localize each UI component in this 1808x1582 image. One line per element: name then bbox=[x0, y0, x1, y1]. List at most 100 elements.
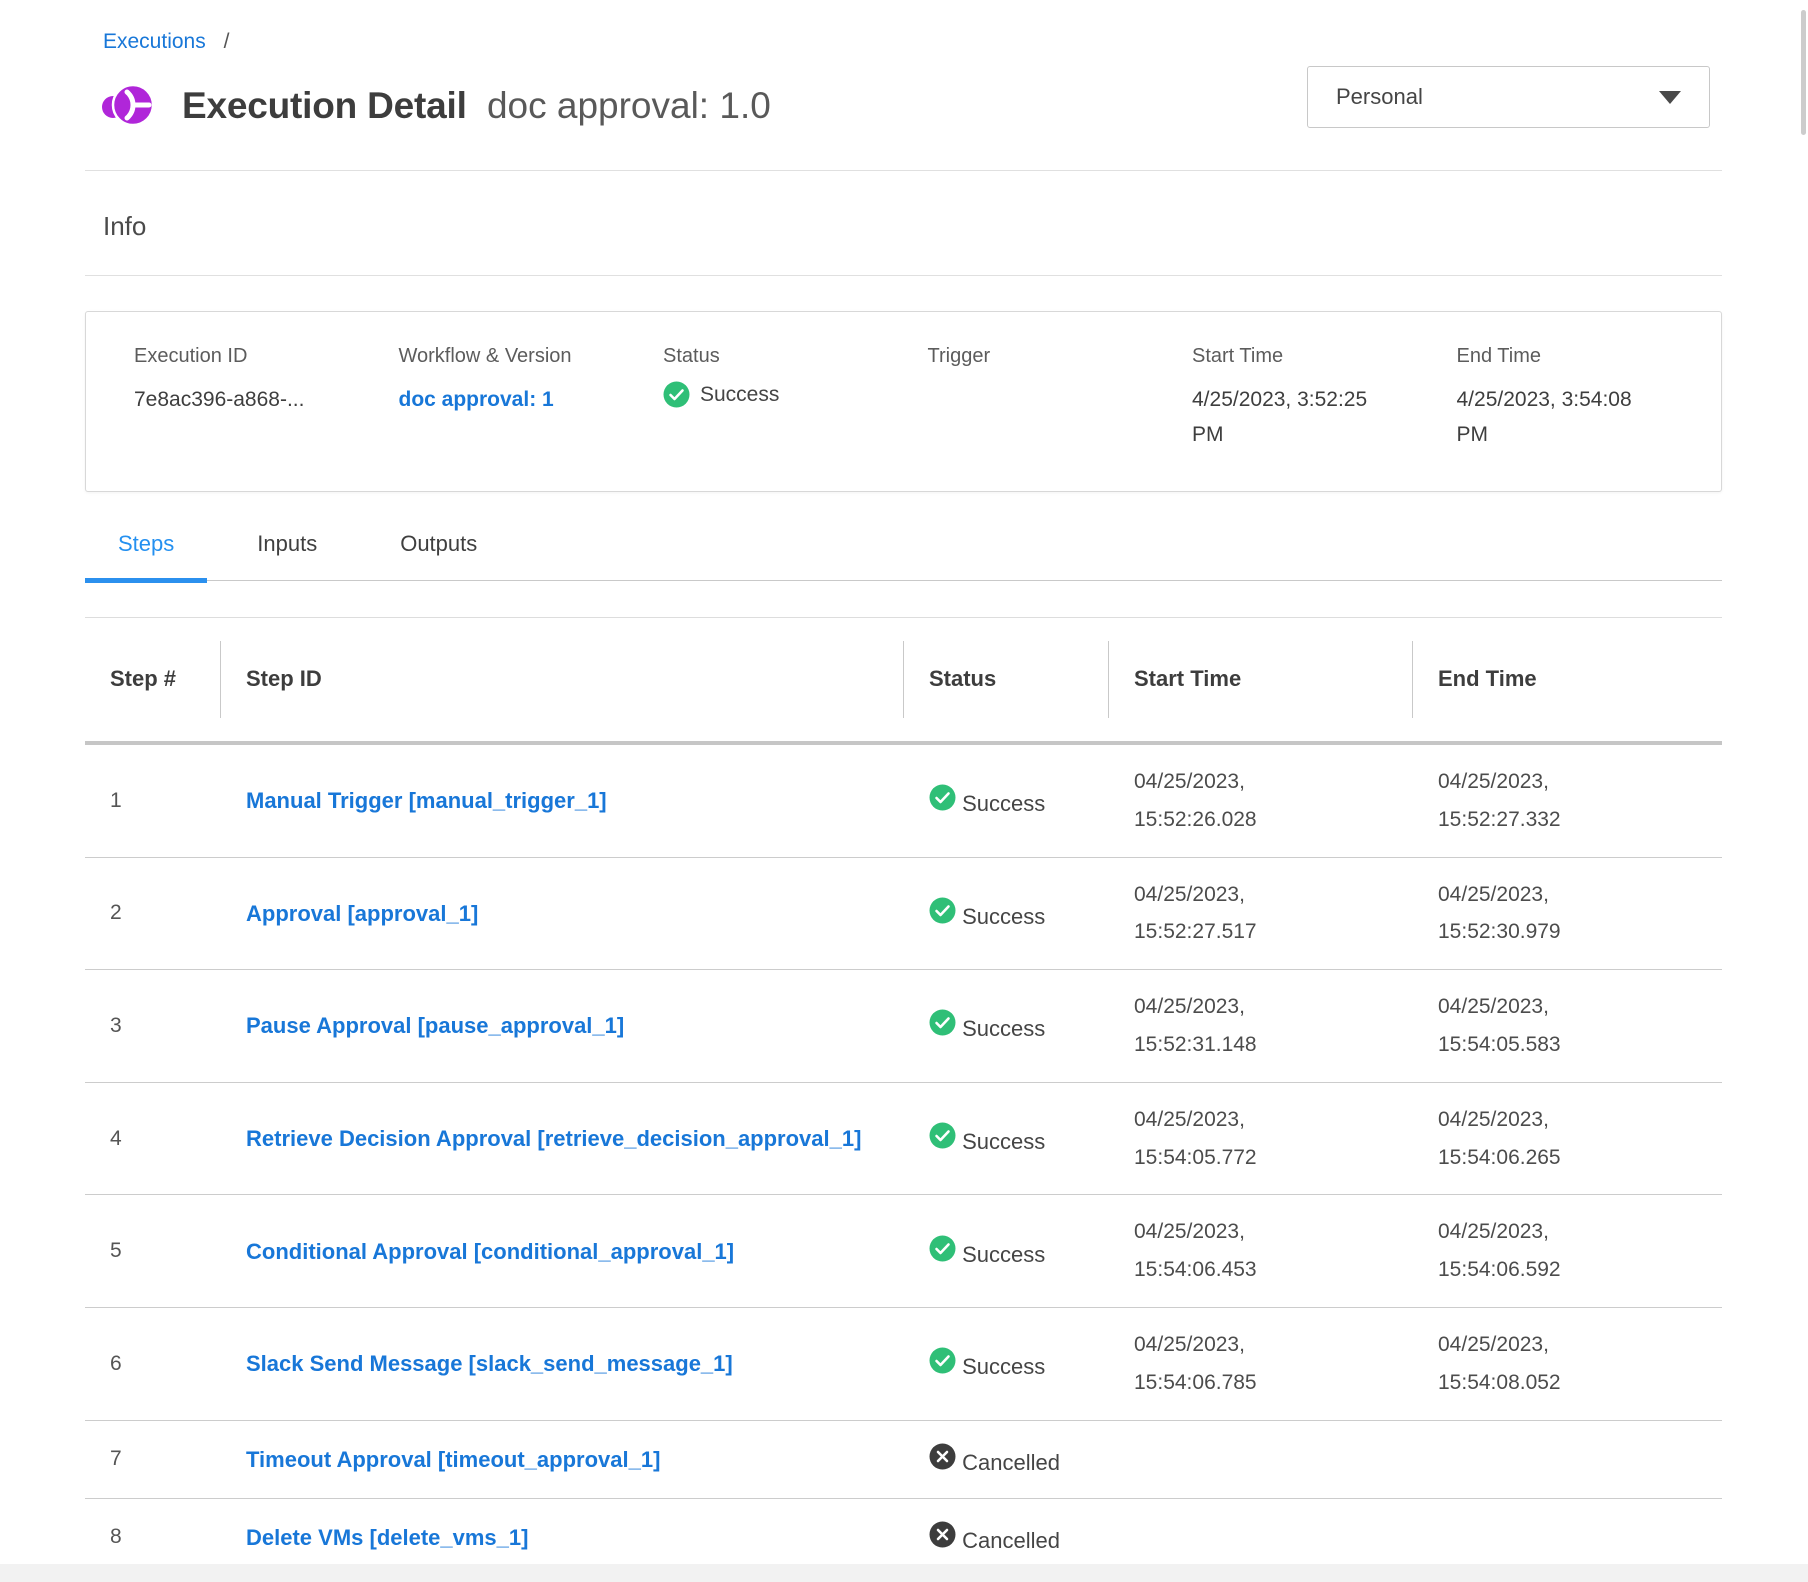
success-check-icon bbox=[929, 1009, 956, 1036]
column-header-status: Status bbox=[904, 618, 1109, 741]
step-number-cell: 5 bbox=[85, 1239, 221, 1263]
table-row: 4 Retrieve Decision Approval [retrieve_d… bbox=[85, 1083, 1722, 1196]
cancelled-x-icon bbox=[929, 1443, 956, 1470]
execution-detail-page: Executions / Execution Detail doc approv… bbox=[85, 0, 1722, 1577]
workflow-logo-icon bbox=[100, 78, 156, 134]
info-field-value: 7e8ac396-a868-... bbox=[134, 383, 314, 418]
status-label: Success bbox=[962, 1354, 1045, 1379]
status-label: Success bbox=[962, 1016, 1045, 1041]
status-label: Success bbox=[700, 383, 779, 407]
info-field-label: Workflow & Version bbox=[399, 345, 664, 368]
step-id-link[interactable]: Manual Trigger [manual_trigger_1] bbox=[246, 784, 607, 817]
table-body: 1 Manual Trigger [manual_trigger_1] Succ… bbox=[85, 745, 1722, 1577]
tab-outputs[interactable]: Outputs bbox=[367, 531, 510, 580]
info-field-workflow-version: Workflow & Version doc approval: 1 bbox=[399, 345, 664, 491]
table-header-row: Step #Step IDStatusStart TimeEnd Time bbox=[85, 617, 1722, 745]
end-time-cell: 04/25/2023, 15:54:06.265 bbox=[1413, 1101, 1563, 1177]
step-id-link[interactable]: Timeout Approval [timeout_approval_1] bbox=[246, 1443, 660, 1476]
workflow-version-link[interactable]: doc approval: 1 bbox=[399, 383, 579, 418]
step-id-link[interactable]: Slack Send Message [slack_send_message_1… bbox=[246, 1347, 733, 1380]
step-id-link[interactable]: Pause Approval [pause_approval_1] bbox=[246, 1009, 624, 1042]
end-time-cell: 04/25/2023, 15:54:08.052 bbox=[1413, 1326, 1563, 1402]
table-row: 2 Approval [approval_1] Success 04/25/20… bbox=[85, 858, 1722, 971]
step-number-cell: 8 bbox=[85, 1525, 221, 1549]
table-row: 5 Conditional Approval [conditional_appr… bbox=[85, 1195, 1722, 1308]
success-check-icon bbox=[929, 1347, 956, 1374]
steps-table: Step #Step IDStatusStart TimeEnd Time 1 … bbox=[85, 617, 1722, 1577]
column-header-end-time: End Time bbox=[1413, 618, 1722, 741]
status-label: Cancelled bbox=[962, 1450, 1060, 1475]
bottom-scroll-band bbox=[0, 1564, 1808, 1582]
status-cell: Success bbox=[904, 1009, 1109, 1042]
column-header-step-: Step # bbox=[85, 618, 221, 741]
status-cell: Success bbox=[904, 1122, 1109, 1155]
info-field-label: Execution ID bbox=[134, 345, 399, 368]
chevron-down-icon bbox=[1659, 91, 1681, 104]
table-row: 6 Slack Send Message [slack_send_message… bbox=[85, 1308, 1722, 1421]
workspace-dropdown-value: Personal bbox=[1336, 84, 1423, 110]
success-check-icon bbox=[929, 897, 956, 924]
end-time-cell: 04/25/2023, 15:52:30.979 bbox=[1413, 876, 1563, 952]
status-cell: Success bbox=[904, 897, 1109, 930]
info-field-label: End Time bbox=[1457, 345, 1722, 368]
table-row: 7 Timeout Approval [timeout_approval_1] … bbox=[85, 1421, 1722, 1499]
step-number-cell: 7 bbox=[85, 1447, 221, 1471]
info-card: Execution ID 7e8ac396-a868-... Workflow … bbox=[85, 311, 1722, 492]
end-time-cell: 04/25/2023, 15:54:05.583 bbox=[1413, 988, 1563, 1064]
step-id-link[interactable]: Delete VMs [delete_vms_1] bbox=[246, 1521, 528, 1554]
breadcrumb-executions-link[interactable]: Executions bbox=[103, 30, 206, 53]
table-row: 1 Manual Trigger [manual_trigger_1] Succ… bbox=[85, 745, 1722, 858]
info-field-label: Start Time bbox=[1192, 345, 1457, 368]
step-number-cell: 6 bbox=[85, 1352, 221, 1376]
title-divider bbox=[85, 170, 1722, 171]
end-time-cell: 04/25/2023, 15:52:27.332 bbox=[1413, 763, 1563, 839]
title-row: Execution Detail doc approval: 1.0 Perso… bbox=[100, 74, 1722, 138]
tab-steps[interactable]: Steps bbox=[85, 531, 207, 580]
status-cell: Success bbox=[904, 1235, 1109, 1268]
step-id-link[interactable]: Approval [approval_1] bbox=[246, 897, 478, 930]
success-check-icon bbox=[663, 381, 690, 408]
end-time-cell: 04/25/2023, 15:54:06.592 bbox=[1413, 1213, 1563, 1289]
info-field-value: 4/25/2023, 3:52:25 PM bbox=[1192, 383, 1372, 452]
breadcrumb: Executions / bbox=[103, 0, 1722, 54]
scrollbar-thumb[interactable] bbox=[1801, 10, 1806, 135]
tab-inputs[interactable]: Inputs bbox=[224, 531, 350, 580]
page-title-subtitle: doc approval: 1.0 bbox=[487, 85, 771, 126]
info-field-end-time: End Time 4/25/2023, 3:54:08 PM bbox=[1457, 345, 1722, 491]
step-number-cell: 1 bbox=[85, 789, 221, 813]
page-title-main: Execution Detail bbox=[182, 85, 467, 126]
status-label: Cancelled bbox=[962, 1528, 1060, 1553]
info-field-label: Status bbox=[663, 345, 928, 368]
start-time-cell: 04/25/2023, 15:54:06.785 bbox=[1109, 1326, 1259, 1402]
success-check-icon bbox=[929, 1122, 956, 1149]
column-header-step-id: Step ID bbox=[221, 618, 904, 741]
info-heading: Info bbox=[103, 211, 1722, 242]
status-cell: Success bbox=[904, 784, 1109, 817]
info-field-start-time: Start Time 4/25/2023, 3:52:25 PM bbox=[1192, 345, 1457, 491]
info-field-label: Trigger bbox=[928, 345, 1193, 368]
status-cell: Cancelled bbox=[904, 1443, 1109, 1476]
start-time-cell: 04/25/2023, 15:52:27.517 bbox=[1109, 876, 1259, 952]
status-cell: Cancelled bbox=[904, 1521, 1109, 1554]
success-check-icon bbox=[929, 1235, 956, 1262]
step-id-link[interactable]: Retrieve Decision Approval [retrieve_dec… bbox=[246, 1122, 861, 1155]
column-header-start-time: Start Time bbox=[1109, 618, 1413, 741]
step-id-link[interactable]: Conditional Approval [conditional_approv… bbox=[246, 1235, 734, 1268]
info-field-trigger: Trigger bbox=[928, 345, 1193, 491]
info-field-execution-id: Execution ID 7e8ac396-a868-... bbox=[134, 345, 399, 491]
info-divider bbox=[85, 275, 1722, 276]
status-label: Success bbox=[962, 904, 1045, 929]
start-time-cell: 04/25/2023, 15:54:05.772 bbox=[1109, 1101, 1259, 1177]
status-label: Success bbox=[962, 791, 1045, 816]
step-number-cell: 4 bbox=[85, 1127, 221, 1151]
start-time-cell: 04/25/2023, 15:52:31.148 bbox=[1109, 988, 1259, 1064]
cancelled-x-icon bbox=[929, 1521, 956, 1548]
info-field-value: 4/25/2023, 3:54:08 PM bbox=[1457, 383, 1637, 452]
workspace-dropdown[interactable]: Personal bbox=[1307, 66, 1710, 128]
info-field-status: Status Success bbox=[663, 345, 928, 491]
breadcrumb-separator: / bbox=[224, 30, 230, 53]
step-number-cell: 2 bbox=[85, 901, 221, 925]
tab-bar: Steps Inputs Outputs bbox=[85, 531, 1722, 581]
step-number-cell: 3 bbox=[85, 1014, 221, 1038]
success-check-icon bbox=[929, 784, 956, 811]
